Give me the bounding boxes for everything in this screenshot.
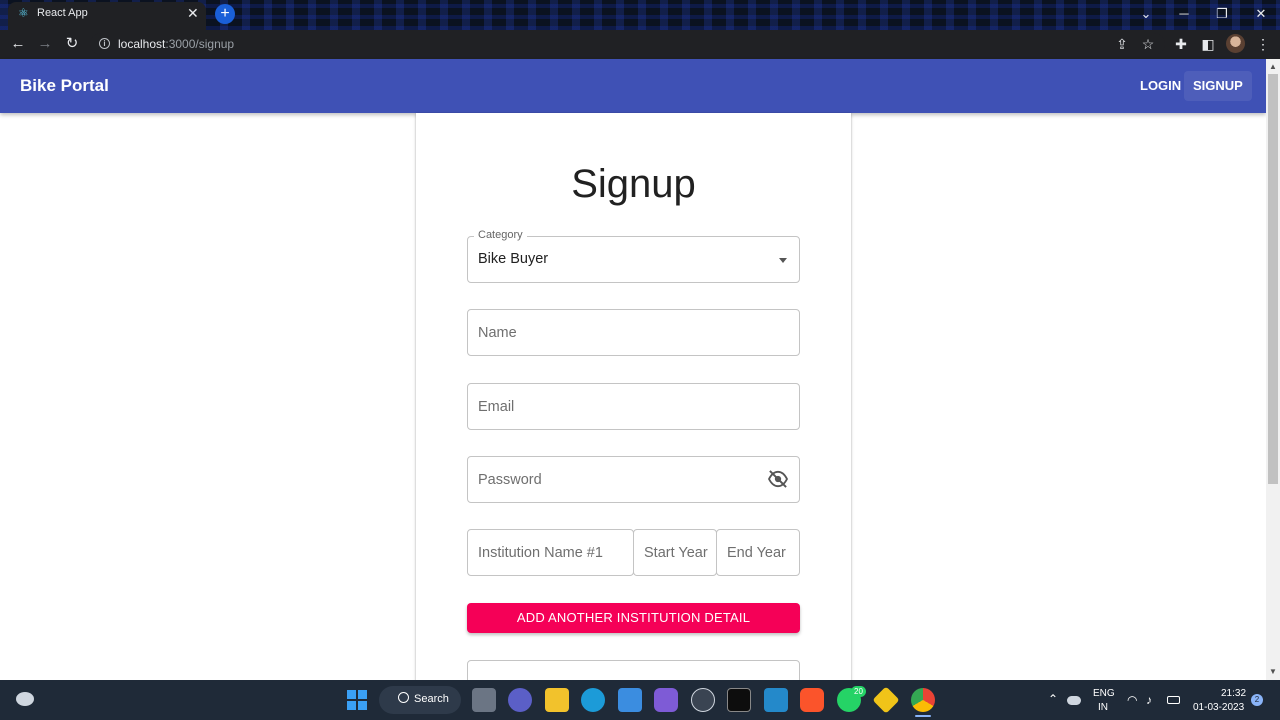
- url-path: :3000/signup: [165, 37, 235, 51]
- microsoft-store-icon[interactable]: [618, 688, 642, 712]
- back-icon[interactable]: ←: [9, 36, 27, 52]
- password-placeholder: Password: [478, 472, 542, 488]
- region-label[interactable]: IN: [1098, 702, 1108, 713]
- scroll-down-icon[interactable]: ▼: [1266, 665, 1280, 679]
- extensions-puzzle-icon[interactable]: ✚: [1172, 36, 1190, 52]
- tab-close-icon[interactable]: ✕: [187, 5, 199, 21]
- add-institution-button[interactable]: ADD ANOTHER INSTITUTION DETAIL: [467, 603, 800, 633]
- windows-start-icon[interactable]: [347, 690, 367, 710]
- visibility-off-icon[interactable]: [767, 470, 789, 488]
- address-bar[interactable]: [90, 33, 1165, 55]
- file-explorer-icon[interactable]: [545, 688, 569, 712]
- email-placeholder: Email: [478, 399, 515, 415]
- battery-icon[interactable]: [1167, 696, 1180, 704]
- tab-search-icon[interactable]: ⌄: [1136, 6, 1156, 22]
- forward-icon[interactable]: →: [36, 36, 54, 52]
- clock-time[interactable]: 21:32: [1221, 688, 1246, 699]
- profile-avatar[interactable]: [1226, 34, 1245, 53]
- app-bar: [0, 59, 1266, 113]
- vscode-icon[interactable]: [764, 688, 788, 712]
- end-year-placeholder: End Year: [727, 545, 786, 561]
- window-close-icon[interactable]: ✕: [1251, 6, 1271, 22]
- new-tab-button[interactable]: +: [215, 4, 235, 24]
- restore-icon[interactable]: ❐: [1212, 6, 1232, 22]
- search-icon: [398, 692, 409, 703]
- start-year-placeholder: Start Year: [644, 545, 708, 561]
- start-year-input[interactable]: Start Year: [633, 529, 717, 576]
- notification-badge[interactable]: 2: [1251, 694, 1263, 706]
- brave-browser-icon[interactable]: [800, 688, 824, 712]
- teams-chat-icon[interactable]: [508, 688, 532, 712]
- password-input[interactable]: Password: [467, 456, 800, 503]
- app-title[interactable]: Bike Portal: [20, 76, 109, 96]
- bookmark-star-icon[interactable]: ☆: [1139, 36, 1157, 52]
- login-button[interactable]: LOGIN: [1131, 71, 1190, 101]
- wifi-icon[interactable]: ◠: [1127, 693, 1137, 707]
- scrollbar-thumb[interactable]: [1268, 74, 1278, 484]
- dell-icon[interactable]: [691, 688, 715, 712]
- weather-cloud-icon[interactable]: [16, 692, 34, 706]
- page-title: Signup: [571, 162, 696, 206]
- dropdown-arrow-icon[interactable]: [779, 258, 787, 263]
- volume-icon[interactable]: ♪: [1146, 693, 1152, 707]
- signup-button[interactable]: SIGNUP: [1184, 71, 1252, 101]
- url-text[interactable]: localhost:3000/signup: [118, 37, 234, 51]
- active-app-indicator: [915, 715, 931, 717]
- url-host: localhost: [118, 37, 166, 51]
- menu-kebab-icon[interactable]: ⋮: [1254, 36, 1272, 52]
- tab-title: React App: [37, 7, 88, 19]
- reload-icon[interactable]: ↻: [63, 36, 81, 52]
- whatsapp-badge: 20: [851, 686, 866, 697]
- taskbar-search-label: Search: [414, 693, 449, 705]
- edge-browser-icon[interactable]: [581, 688, 605, 712]
- language-label[interactable]: ENG: [1093, 688, 1115, 699]
- onedrive-cloud-icon[interactable]: [1067, 696, 1081, 705]
- site-info-icon[interactable]: i: [99, 38, 110, 49]
- terminal-icon[interactable]: [727, 688, 751, 712]
- category-value: Bike Buyer: [478, 251, 549, 267]
- tray-chevron-icon[interactable]: ⌃: [1048, 692, 1058, 706]
- chrome-icon[interactable]: [911, 688, 935, 712]
- side-panel-icon[interactable]: ◧: [1199, 36, 1217, 52]
- clock-date[interactable]: 01-03-2023: [1193, 702, 1244, 713]
- email-input[interactable]: Email: [467, 383, 800, 430]
- institution-placeholder: Institution Name #1: [478, 545, 603, 561]
- institution-name-input[interactable]: Institution Name #1: [467, 529, 634, 576]
- category-label: Category: [474, 229, 527, 241]
- media-player-icon[interactable]: [654, 688, 678, 712]
- end-year-input[interactable]: End Year: [716, 529, 800, 576]
- scroll-up-icon[interactable]: ▲: [1266, 60, 1280, 74]
- react-favicon-icon: ⚛: [18, 6, 29, 20]
- share-icon[interactable]: ⇪: [1113, 36, 1131, 52]
- task-view-icon[interactable]: [472, 688, 496, 712]
- name-placeholder: Name: [478, 325, 517, 341]
- name-input[interactable]: Name: [467, 309, 800, 356]
- minimize-icon[interactable]: ─: [1174, 6, 1194, 21]
